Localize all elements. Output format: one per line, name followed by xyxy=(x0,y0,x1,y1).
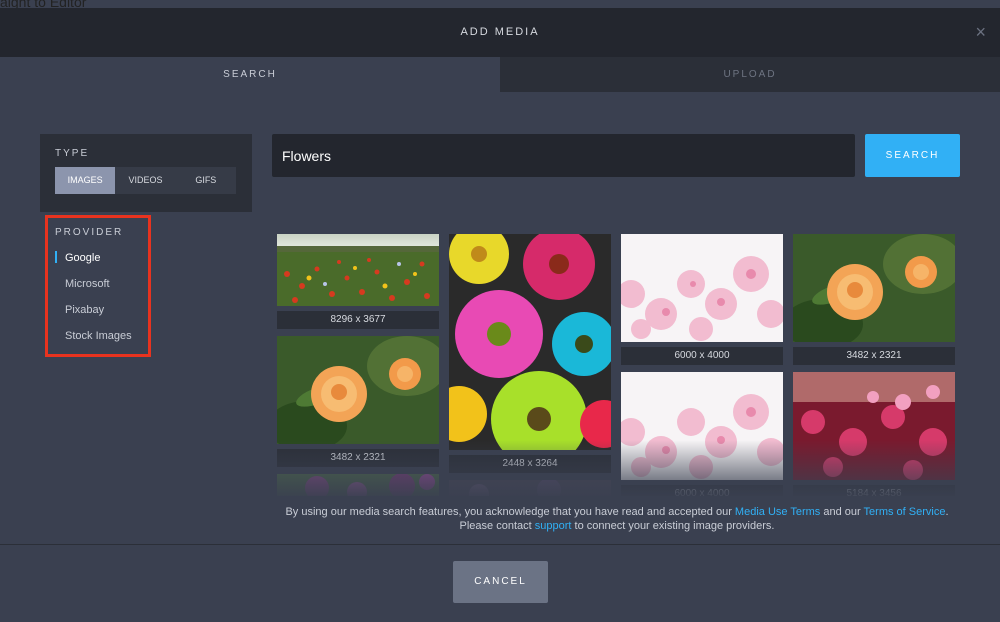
result-caption: 6000 x 4000 xyxy=(621,347,783,365)
type-selector: IMAGES VIDEOS GIFS xyxy=(55,167,236,194)
media-use-terms-link[interactable]: Media Use Terms xyxy=(735,506,820,518)
type-option-videos[interactable]: VIDEOS xyxy=(115,167,175,194)
type-label: TYPE xyxy=(55,148,90,159)
result-caption: 3482 x 2321 xyxy=(277,449,439,467)
disclaimer-part: and our xyxy=(820,506,864,518)
purple-flowers-image xyxy=(277,473,439,496)
result-caption: 8296 x 3677 xyxy=(277,311,439,329)
type-option-gifs[interactable]: GIFS xyxy=(176,167,236,194)
result-thumb[interactable]: 6000 x 4000 xyxy=(617,372,785,496)
provider-item-pixabay[interactable]: Pixabay xyxy=(55,302,148,328)
tab-search[interactable]: SEARCH xyxy=(0,57,500,92)
result-thumb[interactable]: 3482 x 2321 xyxy=(277,336,447,467)
provider-item-stock-images[interactable]: Stock Images xyxy=(55,328,148,354)
type-panel: TYPE IMAGES VIDEOS GIFS xyxy=(40,134,252,212)
tab-bar: SEARCH UPLOAD xyxy=(0,57,1000,92)
disclaimer-part: By using our media search features, you … xyxy=(285,506,735,518)
result-thumb[interactable]: 2448 x 3264 xyxy=(431,226,628,473)
modal-header: ADD MEDIA × xyxy=(0,8,1000,57)
results-grid: 8296 x 3677 3482 x 2321 2448 x 3264 6000… xyxy=(277,226,957,496)
support-link[interactable]: support xyxy=(535,520,572,532)
modal-footer: CANCEL xyxy=(0,544,1000,614)
result-caption: 3482 x 2321 xyxy=(793,347,955,365)
result-thumb[interactable]: 3482 x 2321 xyxy=(783,234,957,365)
type-option-images[interactable]: IMAGES xyxy=(55,167,116,194)
result-thumb[interactable] xyxy=(449,478,611,496)
provider-panel: PROVIDER Google Microsoft Pixabay Stock … xyxy=(45,215,151,357)
dark-flowers-image xyxy=(449,478,611,496)
search-button[interactable]: SEARCH xyxy=(865,134,960,177)
orange-roses-image xyxy=(783,234,957,349)
result-thumb[interactable]: 6000 x 4000 xyxy=(617,234,785,365)
pink-cherry-blossoms-image xyxy=(617,372,785,480)
poppy-field-image xyxy=(277,234,439,306)
tab-upload[interactable]: UPLOAD xyxy=(500,57,1000,92)
orange-roses-image xyxy=(277,336,447,451)
terms-of-service-link[interactable]: Terms of Service xyxy=(864,506,946,518)
colorful-gerbera-daisies-image xyxy=(431,226,628,467)
provider-item-microsoft[interactable]: Microsoft xyxy=(55,276,148,302)
disclaimer-part: to connect your existing image providers… xyxy=(571,520,775,532)
close-icon[interactable]: × xyxy=(975,22,986,43)
cancel-button[interactable]: CANCEL xyxy=(453,561,548,603)
result-thumb[interactable] xyxy=(277,473,439,496)
pink-red-blossoms-image xyxy=(793,372,955,480)
search-input[interactable] xyxy=(272,134,855,177)
result-caption: 5184 x 3456 xyxy=(793,485,955,496)
result-thumb[interactable]: 5184 x 3456 xyxy=(793,372,955,496)
result-caption: 2448 x 3264 xyxy=(449,455,611,473)
provider-label: PROVIDER xyxy=(55,227,124,238)
disclaimer-text: By using our media search features, you … xyxy=(272,505,962,533)
result-caption: 6000 x 4000 xyxy=(621,485,783,496)
modal-title: ADD MEDIA xyxy=(460,26,540,38)
provider-item-google[interactable]: Google xyxy=(55,250,148,276)
pink-cherry-blossoms-image xyxy=(617,234,785,342)
result-thumb[interactable]: 8296 x 3677 xyxy=(277,234,439,329)
